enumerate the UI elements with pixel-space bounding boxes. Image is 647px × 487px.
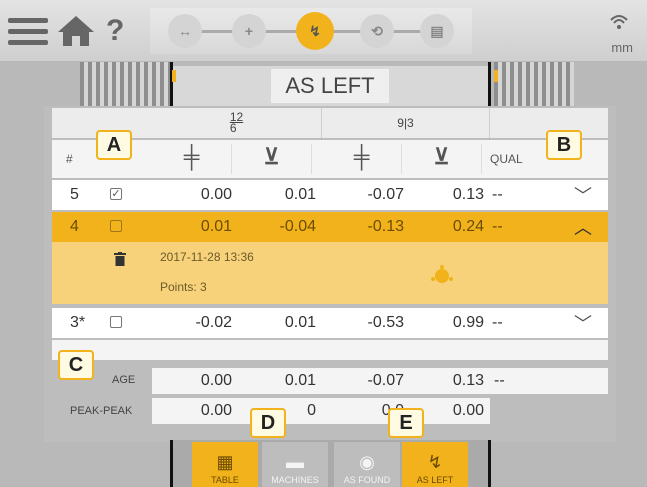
as-found-icon: ◉ [359, 452, 375, 472]
marker-left [172, 70, 176, 82]
offset-horizontal-icon: ╪ [322, 144, 402, 174]
callout-e: E [388, 408, 424, 438]
row-number: 5 [70, 186, 79, 203]
frame-line-right [488, 62, 491, 106]
callout-c: C [58, 350, 94, 380]
measurement-date: 2017-11-28 13:36 [160, 250, 254, 264]
step-measure-icon[interactable]: ↯ [296, 12, 334, 50]
workflow-stepper: ↔ + ↯ ⟲ ▤ [150, 8, 472, 54]
marker-right [494, 70, 498, 82]
measurement-method-icon [431, 265, 453, 283]
cell-quality: -- [492, 314, 503, 331]
cell-value: -0.53 [367, 314, 404, 331]
col-quality: QUAL [490, 152, 523, 166]
row-checkbox[interactable] [110, 220, 122, 232]
row-checkbox[interactable] [110, 316, 122, 328]
chevron-down-icon[interactable]: ﹀ [574, 310, 592, 336]
nav-table[interactable]: ▦ TABLE [192, 442, 258, 487]
table-spacer [52, 340, 608, 360]
units-label: mm [611, 40, 633, 55]
nav-as-left-label: AS LEFT [416, 475, 454, 485]
nav-as-found-label: AS FOUND [343, 475, 391, 485]
header-horizontal-label: 9|3 [397, 116, 414, 130]
frame-line-left [170, 62, 173, 106]
header-horizontal: 9|3 [322, 108, 490, 138]
callout-a: A [96, 130, 132, 160]
table-row-selected[interactable]: 4 0.01 -0.04 -0.13 0.24 -- ︿ [52, 212, 608, 242]
average-row: AGE 0.00 0.01 -0.07 0.13 -- [52, 368, 608, 394]
cell-quality: -- [492, 218, 503, 235]
cell-value: 0.13 [452, 372, 484, 389]
cell-value: -0.07 [367, 372, 404, 389]
cell-value: -0.13 [367, 218, 404, 235]
top-bar: ? ↔ + ↯ ⟲ ▤ mm [0, 0, 647, 62]
peak-peak-row: PEAK-PEAK 0.00 0 0.0 0.00 [52, 398, 608, 424]
header-vertical: 12 6 [152, 108, 322, 138]
step-distances-icon[interactable]: ↔ [168, 14, 202, 48]
table-header-groups: 12 6 9|3 [52, 108, 608, 138]
angle-vertical-icon: ⊻ [232, 144, 312, 174]
as-left-icon: ↯ [427, 452, 443, 472]
cell-value: 0.00 [200, 402, 232, 419]
view-title: AS LEFT [271, 69, 389, 103]
cell-value: -0.02 [195, 314, 232, 331]
cell-value: 0.01 [284, 372, 316, 389]
cell-value: 0.13 [452, 186, 484, 203]
nav-machines-label: MACHINES [271, 475, 319, 485]
row-checkbox[interactable]: ✓ [110, 188, 122, 200]
step-crosshair-icon[interactable]: + [232, 14, 266, 48]
angle-horizontal-icon: ⊻ [402, 144, 482, 174]
callout-d: D [250, 408, 286, 438]
cell-quality: -- [492, 186, 503, 203]
help-icon[interactable]: ? [106, 14, 124, 48]
cell-quality: -- [494, 372, 505, 389]
cell-value: 0.01 [284, 314, 316, 331]
machines-icon: ▬ [286, 452, 304, 472]
cell-value: 0.99 [452, 314, 484, 331]
chevron-up-icon[interactable]: ︿ [574, 214, 592, 240]
coupling-left [80, 62, 170, 112]
header-vertical-label: 12 6 [229, 110, 244, 135]
table-icon: ▦ [216, 452, 234, 472]
table-row[interactable]: 3* -0.02 0.01 -0.53 0.99 -- ﹀ [52, 308, 608, 338]
cell-value: 0.00 [200, 372, 232, 389]
peak-peak-label: PEAK-PEAK [70, 405, 133, 417]
menu-icon[interactable] [8, 18, 48, 46]
table-header-columns: # ╪ ⊻ ╪ ⊻ QUAL [52, 140, 608, 178]
row-number: 3* [70, 314, 86, 331]
coupling-right [494, 62, 574, 112]
cell-value: 0.24 [452, 218, 484, 235]
step-adjust-icon[interactable]: ⟲ [360, 14, 394, 48]
wireless-icon [610, 15, 628, 29]
row-detail: 2017-11-28 13:36 Points: 3 [52, 242, 608, 304]
home-icon[interactable] [56, 14, 96, 48]
table-row[interactable]: 5 ✓ 0.00 0.01 -0.07 0.13 -- ﹀ [52, 180, 608, 210]
average-label: AGE [112, 374, 136, 386]
frame-line-bottom-right [488, 440, 491, 487]
cell-value: -0.04 [279, 218, 316, 235]
measurement-points: Points: 3 [160, 280, 207, 294]
nav-as-found[interactable]: ◉ AS FOUND [334, 442, 400, 487]
chevron-down-icon[interactable]: ﹀ [574, 182, 592, 208]
nav-table-label: TABLE [211, 475, 239, 485]
view-title-banner: AS LEFT [172, 66, 488, 106]
cell-value: 0.00 [200, 186, 232, 203]
nav-as-left[interactable]: ↯ AS LEFT [402, 442, 468, 487]
callout-b: B [546, 130, 582, 160]
trash-icon[interactable] [114, 252, 126, 266]
frame-line-bottom-left [170, 440, 173, 487]
nav-machines[interactable]: ▬ MACHINES [262, 442, 328, 487]
col-hash: # [66, 152, 73, 166]
row-number: 4 [70, 218, 79, 235]
cell-value: 0.01 [284, 186, 316, 203]
offset-vertical-icon: ╪ [152, 144, 232, 174]
average-quality-cell [490, 368, 608, 394]
cell-value: -0.07 [367, 186, 404, 203]
cell-value: 0.01 [200, 218, 232, 235]
step-report-icon[interactable]: ▤ [420, 14, 454, 48]
